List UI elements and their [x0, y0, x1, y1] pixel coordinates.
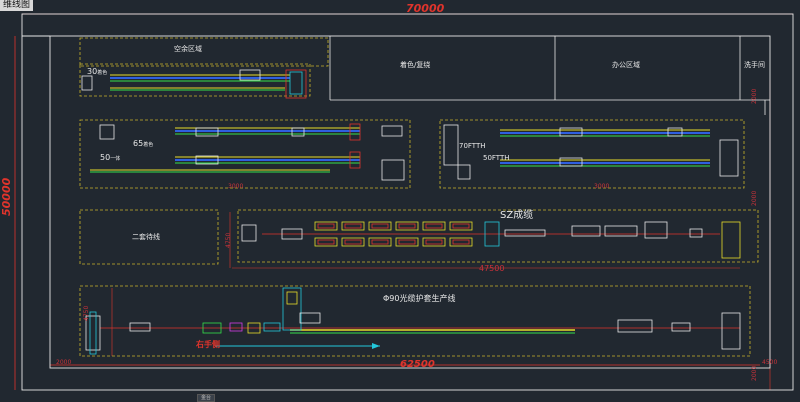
sz-unit-core-top [452, 223, 470, 229]
sz-tank-a [571, 225, 601, 237]
dim-4750-b: 4750 [83, 305, 90, 321]
zoom-tab[interactable]: 金台 [197, 394, 215, 402]
sz-box [689, 228, 703, 238]
layout-drawing [14, 13, 794, 391]
phi90-caterpillar [617, 319, 653, 333]
phi90-payoff-frame [89, 311, 97, 355]
phi90-flow-arrowhead [372, 343, 380, 349]
phi90-box-a [129, 322, 151, 332]
line-30-reel [289, 71, 303, 95]
dim-right-box: 3000 [594, 183, 610, 190]
line-65-payoff [99, 124, 115, 140]
line-65-takeup [381, 125, 403, 137]
dim-4750-a: 4750 [225, 232, 232, 248]
dim-left-box: 3000 [228, 183, 244, 190]
phi90-magenta-unit [229, 322, 243, 332]
sz-unit-core-bottom [398, 239, 416, 245]
ftth-takeup [719, 139, 739, 177]
area-sz-stranding: SZ成缆 [500, 210, 534, 221]
sz-unit-core-top [398, 223, 416, 229]
dim-right-top: 2000 [751, 88, 758, 104]
area-washroom: 洗手间 [744, 61, 765, 69]
dimension-lines [14, 13, 793, 390]
zone-sz [237, 209, 759, 263]
dim-inner-width: 62500 [400, 359, 435, 370]
phi90-takeup [721, 312, 741, 350]
area-empty-zone: 空余区域 [174, 45, 202, 53]
ftth-payoff [443, 124, 459, 166]
sz-unit-core-top [425, 223, 443, 229]
sz-unit-core-top [371, 223, 389, 229]
phi90-cyan-unit [263, 322, 281, 332]
sz-unit-core-bottom [344, 239, 362, 245]
sz-unit-core-bottom [371, 239, 389, 245]
building-walls [21, 13, 794, 391]
sz-payoff [241, 224, 257, 242]
production-lines [81, 69, 741, 355]
dim-right-bottom: 2000 [751, 365, 758, 381]
line-50-label: 50一体 [100, 153, 121, 162]
line-30-label: 30着色 [87, 67, 108, 76]
sz-takeup [721, 221, 741, 259]
dim-right-margin: 4500 [762, 359, 778, 366]
sz-tank-b [604, 225, 638, 237]
phi90-payoff [85, 315, 101, 351]
sz-caterpillar [644, 221, 668, 239]
inner-wall [49, 35, 771, 369]
window-title[interactable]: 维线图 [0, 0, 34, 11]
line-65-label: 65着色 [133, 139, 154, 148]
phi90-box-b [671, 322, 691, 332]
dim-total-height: 50000 [0, 177, 13, 216]
sz-bar [504, 229, 546, 237]
dim-right-mid: 2000 [751, 190, 758, 206]
area-color-rewind: 着色/复绕 [400, 61, 431, 69]
line-50ftth-label: 50FTTH [483, 154, 510, 162]
sz-unit-core-bottom [452, 239, 470, 245]
sz-unit-core-bottom [317, 239, 335, 245]
line-50-takeup [381, 159, 405, 181]
dim-total-width: 70000 [406, 2, 445, 15]
dim-line-width: 47500 [479, 264, 505, 273]
flow-direction-label: 右手侧 [196, 340, 220, 349]
sz-unit-core-top [317, 223, 335, 229]
line-30-payoff [81, 75, 93, 91]
line-70ftth-label: 70FTTH [459, 142, 486, 150]
area-office: 办公区域 [612, 61, 640, 69]
area-phi90-line: Φ90光缆护套生产线 [383, 294, 456, 303]
zone-empty [79, 37, 329, 67]
sz-unit-core-bottom [425, 239, 443, 245]
zone-30 [79, 63, 311, 97]
outer-wall [21, 13, 794, 391]
phi90-extruder-head [286, 291, 298, 305]
phi90-extruder [282, 287, 302, 331]
sz-unit-core-top [344, 223, 362, 229]
ftth-payoff-b [457, 164, 471, 180]
phi90-crosshead [299, 312, 321, 324]
zone-outlines [79, 37, 759, 357]
area-second-material: 二套待线 [132, 233, 160, 241]
dim-left-margin: 2000 [56, 359, 72, 366]
